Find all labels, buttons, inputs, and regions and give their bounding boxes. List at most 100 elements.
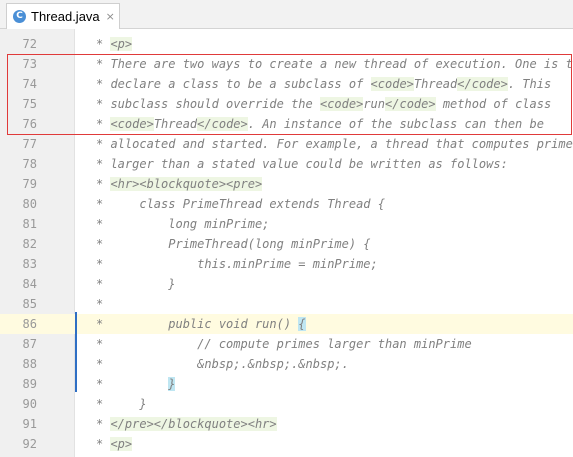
comment-text: * — [96, 37, 111, 51]
code-line[interactable]: 80 * class PrimeThread extends Thread { — [0, 194, 573, 214]
line-number[interactable]: 77 — [0, 134, 37, 154]
line-number[interactable]: 88 — [0, 354, 37, 374]
code-text: * // compute primes larger than minPrime — [96, 334, 472, 354]
code-line[interactable]: 78 * larger than a stated value could be … — [0, 154, 573, 174]
code-text: * long minPrime; — [96, 214, 269, 234]
tab-thread-java[interactable]: C Thread.java × — [6, 3, 120, 29]
code-line[interactable]: 72 * <p> — [0, 34, 573, 54]
html-tag-token: <p> — [110, 437, 133, 451]
code-text: * <hr><blockquote><pre> — [96, 174, 263, 194]
html-tag-token: </code> — [197, 117, 248, 131]
code-line[interactable]: 91 * </pre></blockquote><hr> — [0, 414, 573, 434]
comment-text: * long minPrime; — [96, 217, 270, 231]
editor-tab-bar: C Thread.java × — [0, 0, 573, 29]
comment-text: * — [96, 437, 111, 451]
line-number[interactable]: 75 — [0, 94, 37, 114]
line-number[interactable]: 73 — [0, 54, 37, 74]
comment-text: * } — [96, 277, 176, 291]
line-number[interactable]: 84 — [0, 274, 37, 294]
line-number[interactable]: 79 — [0, 174, 37, 194]
line-number[interactable]: 80 — [0, 194, 37, 214]
code-line[interactable]: 92 * <p> — [0, 434, 573, 454]
line-number[interactable]: 86 — [0, 314, 37, 334]
code-text: * larger than a stated value could be wr… — [96, 154, 508, 174]
line-number[interactable]: 85 — [0, 294, 37, 314]
comment-text: . This — [507, 77, 552, 91]
code-text: * class PrimeThread extends Thread { — [96, 194, 385, 214]
html-tag-token: <hr><blockquote><pre> — [110, 177, 263, 191]
code-line[interactable]: 76 * <code>Thread</code>. An instance of … — [0, 114, 573, 134]
line-number[interactable]: 76 — [0, 114, 37, 134]
line-number[interactable]: 90 — [0, 394, 37, 414]
code-line[interactable]: 89 * } — [0, 374, 573, 394]
code-line[interactable]: 85 * — [0, 294, 573, 314]
comment-text: * — [96, 177, 111, 191]
html-tag-token: <p> — [110, 37, 133, 51]
code-line[interactable]: 90 * } — [0, 394, 573, 414]
comment-text: * } — [96, 397, 147, 411]
comment-text: Thread — [413, 77, 458, 91]
code-line[interactable]: 84 * } — [0, 274, 573, 294]
code-editor[interactable]: 72 * <p> 73 * There are two ways to create … — [0, 29, 573, 457]
tab-label: Thread.java — [31, 9, 100, 24]
code-text: * &nbsp;.&nbsp;.&nbsp;. — [96, 354, 349, 374]
code-text: * this.minPrime = minPrime; — [96, 254, 378, 274]
line-number[interactable]: 78 — [0, 154, 37, 174]
comment-text: * — [96, 417, 111, 431]
line-number[interactable]: 87 — [0, 334, 37, 354]
comment-text: run — [363, 97, 386, 111]
html-tag-token: <code> — [370, 77, 414, 91]
matched-brace-token: { — [298, 317, 306, 331]
code-text: * subclass should override the <code>run… — [96, 94, 551, 114]
code-line[interactable]: 79 * <hr><blockquote><pre> — [0, 174, 573, 194]
line-number[interactable]: 74 — [0, 74, 37, 94]
html-tag-token: </code> — [457, 77, 508, 91]
code-text: * } — [96, 394, 147, 414]
matched-brace-token: } — [168, 377, 176, 391]
code-text: * } — [96, 374, 176, 394]
code-line[interactable]: 75 * subclass should override the <code>r… — [0, 94, 573, 114]
line-number[interactable]: 81 — [0, 214, 37, 234]
code-line[interactable]: 88 * &nbsp;.&nbsp;.&nbsp;. — [0, 354, 573, 374]
code-line[interactable]: 74 * declare a class to be a subclass of … — [0, 74, 573, 94]
code-text: * </pre></blockquote><hr> — [96, 414, 277, 434]
line-number[interactable]: 89 — [0, 374, 37, 394]
comment-text: * larger than a stated value could be wr… — [96, 157, 508, 171]
comment-text: * this.minPrime = minPrime; — [96, 257, 378, 271]
comment-text: * public void run() — [96, 317, 299, 331]
code-text: * public void run() { — [96, 314, 306, 334]
comment-text: * declare a class to be a subclass of — [96, 77, 371, 91]
code-line[interactable]: 81 * long minPrime; — [0, 214, 573, 234]
comment-text: * // compute primes larger than minPrime — [96, 337, 472, 351]
code-line[interactable]: 87 * // compute primes larger than minPri… — [0, 334, 573, 354]
code-text: * allocated and started. For example, a … — [96, 134, 573, 154]
code-line[interactable]: 86 * public void run() { — [0, 314, 573, 334]
line-number[interactable]: 92 — [0, 434, 37, 454]
code-text: * declare a class to be a subclass of <c… — [96, 74, 551, 94]
comment-text: * allocated and started. For example, a … — [96, 137, 573, 151]
code-text: * There are two ways to create a new thr… — [96, 54, 573, 74]
c-class-icon: C — [13, 10, 26, 23]
code-text: * — [96, 294, 103, 314]
comment-text: * — [96, 117, 111, 131]
code-line[interactable]: 73 * There are two ways to create a new t… — [0, 54, 573, 74]
html-tag-token: <code> — [110, 117, 154, 131]
line-number[interactable]: 91 — [0, 414, 37, 434]
html-tag-token: </code> — [385, 97, 436, 111]
comment-text: * &nbsp;.&nbsp;.&nbsp;. — [96, 357, 349, 371]
comment-text: * class PrimeThread extends Thread { — [96, 197, 385, 211]
comment-text: * There are two ways to create a new thr… — [96, 57, 573, 71]
comment-text: * PrimeThread(long minPrime) { — [96, 237, 371, 251]
code-text: * <p> — [96, 434, 133, 454]
comment-text: * — [96, 297, 104, 311]
line-number[interactable]: 72 — [0, 34, 37, 54]
code-line[interactable]: 77 * allocated and started. For example, … — [0, 134, 573, 154]
comment-text: method of class — [435, 97, 552, 111]
code-line[interactable]: 82 * PrimeThread(long minPrime) { — [0, 234, 573, 254]
line-number[interactable]: 83 — [0, 254, 37, 274]
line-number[interactable]: 82 — [0, 234, 37, 254]
close-icon[interactable]: × — [106, 10, 115, 23]
comment-text: * subclass should override the — [96, 97, 320, 111]
code-line[interactable]: 83 * this.minPrime = minPrime; — [0, 254, 573, 274]
html-tag-token: <code> — [319, 97, 364, 111]
